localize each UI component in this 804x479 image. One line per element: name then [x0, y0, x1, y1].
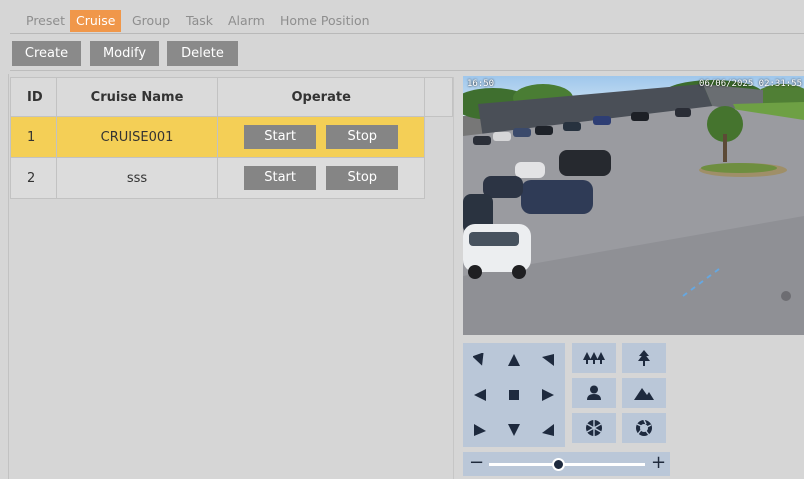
create-button[interactable]: Create	[12, 41, 81, 66]
focus-near-button[interactable]	[572, 378, 616, 408]
stop-icon	[509, 390, 519, 400]
zoom-speed-slider[interactable]: − +	[463, 452, 670, 476]
osd-channel: 16:50	[467, 79, 495, 89]
header-scroll-gutter	[424, 77, 453, 117]
focus-near-icon	[587, 385, 601, 400]
zoom-in-button[interactable]	[622, 343, 666, 373]
toolbar-divider	[10, 70, 804, 71]
up-icon	[508, 354, 520, 366]
cruise-table-panel: ID Cruise Name Operate 1 CRUISE001 Start…	[10, 77, 454, 479]
cell-cruise-name: CRUISE001	[55, 116, 219, 158]
tab-bar: Preset Cruise Group Task Alarm Home Posi…	[10, 8, 804, 34]
cruise-table: ID Cruise Name Operate 1 CRUISE001 Start…	[10, 77, 453, 199]
minus-icon[interactable]: −	[469, 453, 484, 473]
iris-close-button[interactable]	[572, 413, 616, 443]
iris-close-icon	[586, 420, 602, 436]
delete-button[interactable]: Delete	[167, 41, 238, 66]
start-button[interactable]: Start	[244, 166, 317, 190]
tab-preset[interactable]: Preset	[20, 10, 71, 32]
ptz-direction-pad	[463, 343, 565, 447]
slider-handle[interactable]	[552, 458, 565, 471]
cell-cruise-name: sss	[55, 157, 219, 199]
ptz-up-left-button[interactable]	[463, 343, 497, 377]
live-video-preview[interactable]: 16:50 06/06/2025 02:31:55	[463, 76, 804, 335]
down-icon	[508, 424, 520, 436]
plus-icon[interactable]: +	[651, 453, 666, 473]
left-border	[8, 74, 9, 479]
table-row[interactable]: 1 CRUISE001 Start Stop	[10, 116, 453, 158]
up-right-icon	[542, 354, 554, 366]
cell-operate: Start Stop	[217, 157, 426, 199]
focus-far-icon	[634, 388, 654, 400]
table-row[interactable]: 2 sss Start Stop	[10, 157, 453, 199]
iris-open-button[interactable]	[622, 413, 666, 443]
tab-cruise[interactable]: Cruise	[70, 10, 122, 32]
stop-button[interactable]: Stop	[326, 166, 399, 190]
table-header-row: ID Cruise Name Operate	[10, 77, 453, 117]
ptz-right-button[interactable]	[531, 378, 565, 412]
ptz-left-button[interactable]	[463, 378, 497, 412]
up-left-icon	[473, 353, 484, 366]
down-right-icon	[542, 424, 554, 436]
header-cruise-name: Cruise Name	[55, 77, 219, 117]
modify-button[interactable]: Modify	[90, 41, 159, 66]
stop-button[interactable]: Stop	[326, 125, 399, 149]
zoom-out-trees-icon	[583, 352, 605, 364]
zoom-in-tree-icon	[638, 350, 650, 366]
cell-id: 1	[10, 116, 57, 158]
tab-home-position[interactable]: Home Position	[274, 10, 376, 32]
ptz-stop-button[interactable]	[497, 378, 531, 412]
header-operate: Operate	[217, 77, 426, 117]
ptz-down-button[interactable]	[497, 413, 531, 447]
tab-alarm[interactable]: Alarm	[222, 10, 271, 32]
zoom-out-button[interactable]	[572, 343, 616, 373]
start-button[interactable]: Start	[244, 125, 317, 149]
focus-far-button[interactable]	[622, 378, 666, 408]
ptz-down-right-button[interactable]	[531, 413, 565, 447]
header-id: ID	[10, 77, 57, 117]
cell-id: 2	[10, 157, 57, 199]
left-icon	[474, 389, 486, 401]
cell-operate: Start Stop	[217, 116, 426, 158]
right-icon	[542, 389, 554, 401]
camera-scene	[463, 76, 804, 335]
tab-task[interactable]: Task	[180, 10, 219, 32]
iris-open-icon	[636, 419, 652, 436]
slider-track[interactable]	[489, 463, 645, 466]
ptz-up-button[interactable]	[497, 343, 531, 377]
tab-group[interactable]: Group	[126, 10, 176, 32]
osd-timestamp: 06/06/2025 02:31:55	[699, 79, 802, 89]
ptz-up-right-button[interactable]	[531, 343, 565, 377]
down-left-icon	[474, 424, 486, 436]
ptz-down-left-button[interactable]	[463, 413, 497, 447]
